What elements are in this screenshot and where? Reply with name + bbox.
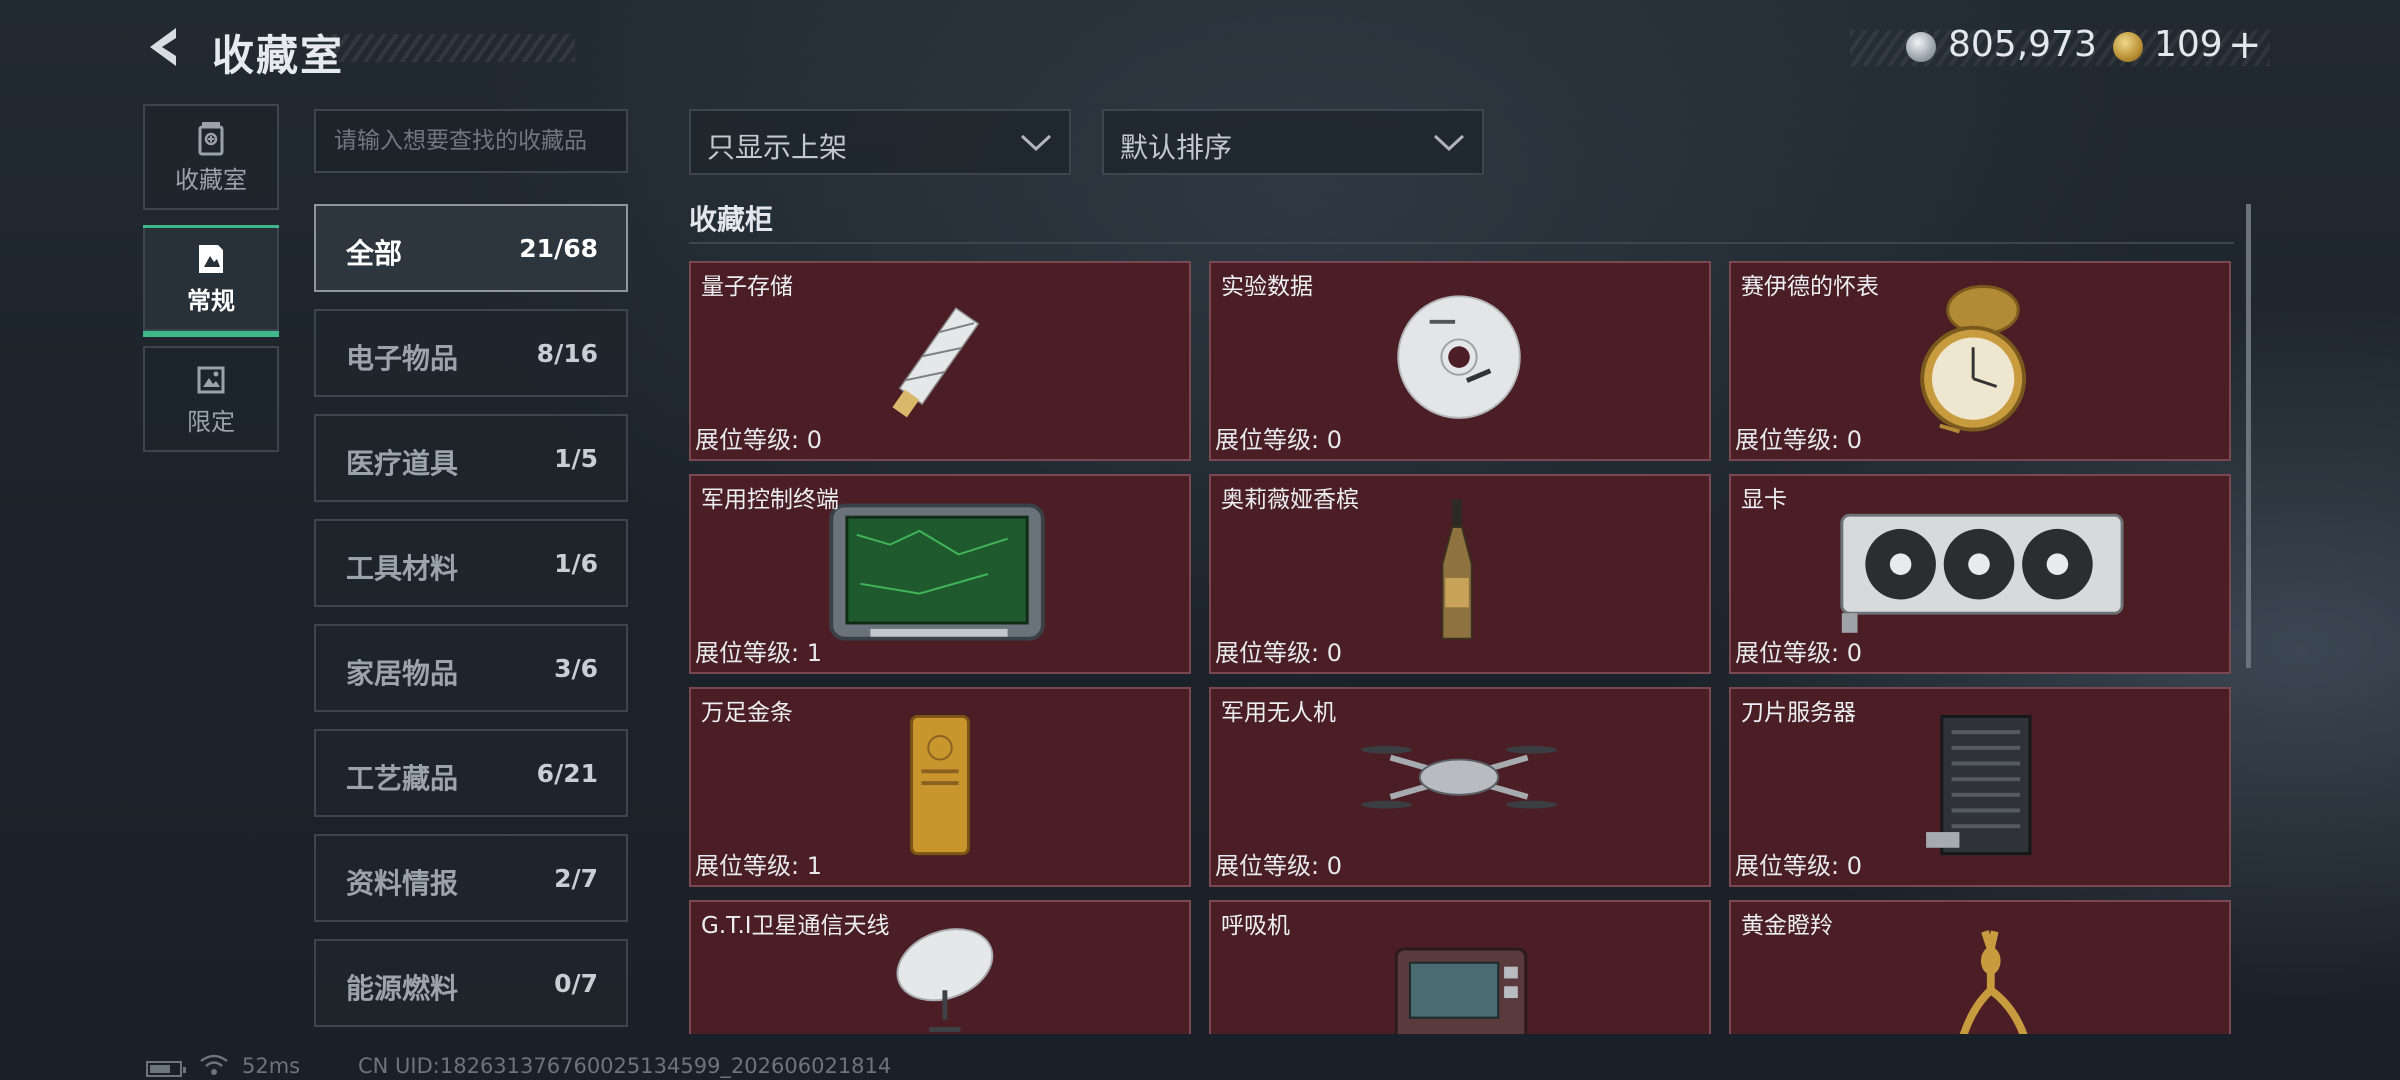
category-name: 能源燃料 <box>346 972 459 1005</box>
section-divider <box>689 242 2234 244</box>
item-card[interactable]: 刀片服务器 展位等级: 0 <box>1729 687 2231 887</box>
collection-grid[interactable]: 量子存储 展位等级: 0 实验数据 展位等级: 0 赛伊德的怀表 展位等级: 0 <box>689 258 2234 1034</box>
search-input[interactable] <box>314 109 628 173</box>
side-tab-regular[interactable]: 常规 <box>143 225 279 337</box>
side-tab-collection-room[interactable]: 收藏室 <box>143 104 279 210</box>
category-tools[interactable]: 工具材料 1/6 <box>314 519 628 607</box>
item-name: 奥莉薇娅香槟 <box>1221 487 1359 513</box>
item-card[interactable]: 奥莉薇娅香槟 展位等级: 0 <box>1209 474 1711 674</box>
item-level: 展位等级: 0 <box>1215 639 1342 667</box>
ping-value: 52ms <box>242 1054 301 1078</box>
item-level: 展位等级: 0 <box>1735 639 1862 667</box>
item-level: 展位等级: 0 <box>1735 852 1862 880</box>
item-name: 黄金瞪羚 <box>1741 913 1833 939</box>
display-filter-dropdown[interactable]: 只显示上架 <box>689 109 1071 175</box>
title-decoration <box>330 34 575 62</box>
chevron-down-icon <box>1020 134 1052 152</box>
item-card[interactable]: 万足金条 展位等级: 1 <box>689 687 1191 887</box>
sort-dropdown[interactable]: 默认排序 <box>1102 109 1484 175</box>
item-card[interactable]: 军用控制终端 展位等级: 1 <box>689 474 1191 674</box>
dropdown-value: 只显示上架 <box>707 131 848 164</box>
category-electronics[interactable]: 电子物品 8/16 <box>314 309 628 397</box>
category-name: 全部 <box>346 237 403 270</box>
battery-fill <box>150 1065 170 1073</box>
category-name: 工艺藏品 <box>346 762 459 795</box>
item-level: 展位等级: 1 <box>695 852 822 880</box>
trash-bin-icon <box>198 122 224 156</box>
add-currency-button[interactable]: + <box>2228 22 2262 68</box>
gallery-icon <box>199 245 223 273</box>
category-name: 资料情报 <box>346 867 459 900</box>
category-energy[interactable]: 能源燃料 0/7 <box>314 939 628 1027</box>
category-count: 1/5 <box>554 444 598 473</box>
grid-scrollbar[interactable] <box>2246 204 2251 668</box>
item-card[interactable]: 赛伊德的怀表 展位等级: 0 <box>1729 261 2231 461</box>
category-name: 电子物品 <box>346 342 459 375</box>
category-count: 0/7 <box>554 969 598 998</box>
side-tab-limited[interactable]: 限定 <box>143 346 279 452</box>
item-card[interactable]: G.T.I卫星通信天线 <box>689 900 1191 1034</box>
gold-currency-value: 109 <box>2154 24 2223 65</box>
category-count: 1/6 <box>554 549 598 578</box>
category-crafts[interactable]: 工艺藏品 6/21 <box>314 729 628 817</box>
dropdown-value: 默认排序 <box>1120 131 1233 164</box>
item-name: G.T.I卫星通信天线 <box>701 913 890 939</box>
landscape-icon <box>197 366 225 394</box>
item-name: 显卡 <box>1741 487 1787 513</box>
item-level: 展位等级: 1 <box>695 639 822 667</box>
gold-coin-icon <box>2113 32 2143 62</box>
category-household[interactable]: 家居物品 3/6 <box>314 624 628 712</box>
item-name: 军用控制终端 <box>701 487 839 513</box>
user-uid: CN UID:1826313767600251345​99_2026060218… <box>358 1054 892 1078</box>
chevron-down-icon <box>1433 134 1465 152</box>
item-level: 展位等级: 0 <box>1215 852 1342 880</box>
category-count: 3/6 <box>554 654 598 683</box>
item-name: 万足金条 <box>701 700 793 726</box>
battery-icon <box>146 1061 186 1077</box>
side-tab-label: 收藏室 <box>175 166 247 194</box>
category-count: 6/21 <box>536 759 598 788</box>
item-card[interactable]: 显卡 展位等级: 0 <box>1729 474 2231 674</box>
section-title: 收藏柜 <box>689 203 774 236</box>
category-count: 2/7 <box>554 864 598 893</box>
item-name: 刀片服务器 <box>1741 700 1856 726</box>
item-level: 展位等级: 0 <box>695 426 822 454</box>
back-arrow-icon[interactable] <box>142 24 188 70</box>
category-medical[interactable]: 医疗道具 1/5 <box>314 414 628 502</box>
item-name: 呼吸机 <box>1221 913 1290 939</box>
silver-coin-icon <box>1906 32 1936 62</box>
item-level: 展位等级: 0 <box>1215 426 1342 454</box>
side-tab-label: 限定 <box>187 408 235 436</box>
item-name: 实验数据 <box>1221 274 1313 300</box>
item-card[interactable]: 量子存储 展位等级: 0 <box>689 261 1191 461</box>
item-card[interactable]: 黄金瞪羚 <box>1729 900 2231 1034</box>
category-all[interactable]: 全部 21/68 <box>314 204 628 292</box>
side-tab-label: 常规 <box>187 287 235 315</box>
silver-currency-value: 805,973 <box>1948 24 2097 65</box>
category-intel[interactable]: 资料情报 2/7 <box>314 834 628 922</box>
item-name: 军用无人机 <box>1221 700 1336 726</box>
page-title: 收藏室 <box>212 31 345 80</box>
item-name: 量子存储 <box>701 274 793 300</box>
item-name: 赛伊德的怀表 <box>1741 274 1879 300</box>
category-count: 21/68 <box>519 234 598 263</box>
category-name: 工具材料 <box>346 552 459 585</box>
category-name: 家居物品 <box>346 657 459 690</box>
item-card[interactable]: 军用无人机 展位等级: 0 <box>1209 687 1711 887</box>
item-level: 展位等级: 0 <box>1735 426 1862 454</box>
item-card[interactable]: 呼吸机 <box>1209 900 1711 1034</box>
category-name: 医疗道具 <box>346 447 459 480</box>
wifi-icon <box>200 1054 228 1075</box>
category-count: 8/16 <box>536 339 598 368</box>
item-card[interactable]: 实验数据 展位等级: 0 <box>1209 261 1711 461</box>
